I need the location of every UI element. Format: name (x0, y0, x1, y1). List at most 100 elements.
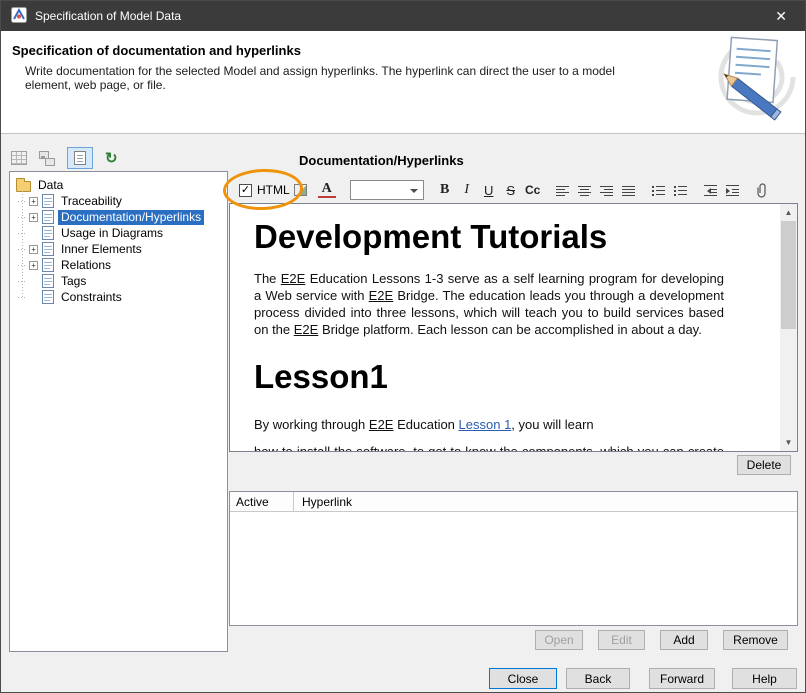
align-justify-button[interactable] (620, 180, 638, 200)
italic-button[interactable]: I (458, 180, 476, 200)
increase-indent-button[interactable] (724, 180, 742, 200)
column-header-hyperlink[interactable]: Hyperlink (294, 492, 360, 511)
grid-view-icon[interactable] (11, 151, 27, 165)
edit-button[interactable]: Edit (598, 630, 645, 650)
chevron-down-icon[interactable] (410, 189, 418, 197)
expander-spacer (29, 293, 38, 302)
expander-icon[interactable]: + (29, 245, 38, 254)
tree-node-relations[interactable]: + Relations (12, 257, 225, 273)
documentation-view-button[interactable] (67, 147, 93, 169)
page-icon (42, 290, 54, 304)
app-icon (11, 7, 27, 26)
tree-node-constraints[interactable]: Constraints (12, 289, 225, 305)
forward-button[interactable]: Forward (649, 668, 715, 689)
documentation-editor[interactable]: Development Tutorials The E2E Education … (229, 203, 798, 452)
close-button[interactable]: Close (489, 668, 557, 689)
doc-paragraph-clipped: how to install the software, to get to k… (254, 443, 724, 451)
insert-image-icon[interactable] (292, 180, 310, 200)
doc-heading-lesson1: Lesson1 (254, 358, 724, 396)
html-checkbox-label: HTML (257, 183, 290, 197)
checkbox-icon[interactable]: ✓ (239, 184, 252, 197)
expander-spacer (29, 229, 38, 238)
open-button[interactable]: Open (535, 630, 583, 650)
dropdown-value (355, 183, 405, 198)
page-icon (42, 274, 54, 288)
page-icon (42, 258, 54, 272)
font-case-button[interactable]: Cc (524, 180, 542, 200)
tree-node-label: Inner Elements (58, 242, 145, 257)
expander-spacer (29, 277, 38, 286)
tree-structure-icon[interactable] (39, 151, 55, 166)
tree-node-data[interactable]: Data (12, 177, 225, 193)
strikethrough-button[interactable]: S (502, 180, 520, 200)
text-run: Education (393, 417, 458, 432)
align-center-button[interactable] (576, 180, 594, 200)
tree-node-documentation-hyperlinks[interactable]: + Documentation/Hyperlinks (12, 209, 225, 225)
tree-node-inner-elements[interactable]: + Inner Elements (12, 241, 225, 257)
doc-paragraph-1: The E2E Education Lessons 1-3 serve as a… (254, 270, 724, 338)
bullet-list-button[interactable] (672, 180, 690, 200)
hyperlink-table-header: Active Hyperlink (230, 492, 797, 512)
header-description: Write documentation for the selected Mod… (25, 64, 625, 92)
tree-node-usage-in-diagrams[interactable]: Usage in Diagrams (12, 225, 225, 241)
e2e-link[interactable]: E2E (369, 417, 394, 432)
text-run: By working through (254, 417, 369, 432)
help-button[interactable]: Help (732, 668, 797, 689)
document-pencil-illustration (695, 33, 799, 132)
section-title: Documentation/Hyperlinks (299, 153, 464, 168)
underline-button[interactable]: U (480, 180, 498, 200)
text-run: The (254, 271, 281, 286)
window-title: Specification of Model Data (35, 9, 181, 23)
expander-icon[interactable]: + (29, 261, 38, 270)
expander-icon[interactable]: + (29, 213, 38, 222)
e2e-link[interactable]: E2E (294, 322, 319, 337)
properties-tree: Data + Traceability + Documentation/Hype… (9, 171, 228, 652)
lesson1-link[interactable]: Lesson 1 (459, 417, 512, 432)
font-size-dropdown[interactable] (350, 180, 424, 200)
vertical-scrollbar[interactable]: ▲ ▼ (780, 204, 797, 451)
tree-node-label: Constraints (58, 290, 125, 305)
tree-children: + Traceability + Documentation/Hyperlink… (12, 193, 225, 305)
documentation-content: Development Tutorials The E2E Education … (230, 204, 780, 451)
expander-icon[interactable]: + (29, 197, 38, 206)
page-icon (42, 226, 54, 240)
folder-icon (16, 181, 31, 192)
hyperlink-buttons: Open Edit Add Remove (535, 630, 788, 650)
header-title: Specification of documentation and hyper… (12, 43, 301, 58)
page-icon (42, 210, 54, 224)
e2e-link[interactable]: E2E (281, 271, 306, 286)
scrollbar-thumb[interactable] (781, 221, 796, 329)
back-button[interactable]: Back (566, 668, 630, 689)
delete-button[interactable]: Delete (737, 455, 791, 475)
bold-button[interactable]: B (436, 180, 454, 200)
numbered-list-button[interactable] (650, 180, 668, 200)
align-left-button[interactable] (554, 180, 572, 200)
page-icon (42, 194, 54, 208)
tree-node-traceability[interactable]: + Traceability (12, 193, 225, 209)
html-checkbox[interactable]: ✓ HTML (239, 183, 290, 197)
column-header-active[interactable]: Active (230, 492, 294, 511)
scroll-up-icon[interactable]: ▲ (780, 204, 797, 221)
tree-node-label: Data (35, 178, 66, 193)
document-sheet-icon (74, 151, 86, 165)
hyperlink-table[interactable]: Active Hyperlink (229, 491, 798, 626)
tree-node-label: Tags (58, 274, 89, 289)
titlebar: Specification of Model Data ✕ (1, 1, 805, 31)
close-icon[interactable]: ✕ (767, 8, 795, 25)
tree-node-tags[interactable]: Tags (12, 273, 225, 289)
font-color-icon[interactable]: A (318, 182, 336, 198)
view-toolbar: ↻ (11, 146, 118, 170)
formatting-toolbar: ✓ HTML A B I U S Cc (229, 178, 798, 202)
tree-node-label: Relations (58, 258, 114, 273)
e2e-link[interactable]: E2E (369, 288, 394, 303)
scroll-down-icon[interactable]: ▼ (780, 434, 797, 451)
hyperlink-icon[interactable] (754, 180, 772, 200)
add-button[interactable]: Add (660, 630, 708, 650)
page-icon (42, 242, 54, 256)
align-right-button[interactable] (598, 180, 616, 200)
specification-dialog: Specification of Model Data ✕ Specificat… (0, 0, 806, 693)
tree-node-label: Documentation/Hyperlinks (58, 210, 204, 225)
remove-button[interactable]: Remove (723, 630, 788, 650)
decrease-indent-button[interactable] (702, 180, 720, 200)
refresh-icon[interactable]: ↻ (105, 151, 118, 166)
